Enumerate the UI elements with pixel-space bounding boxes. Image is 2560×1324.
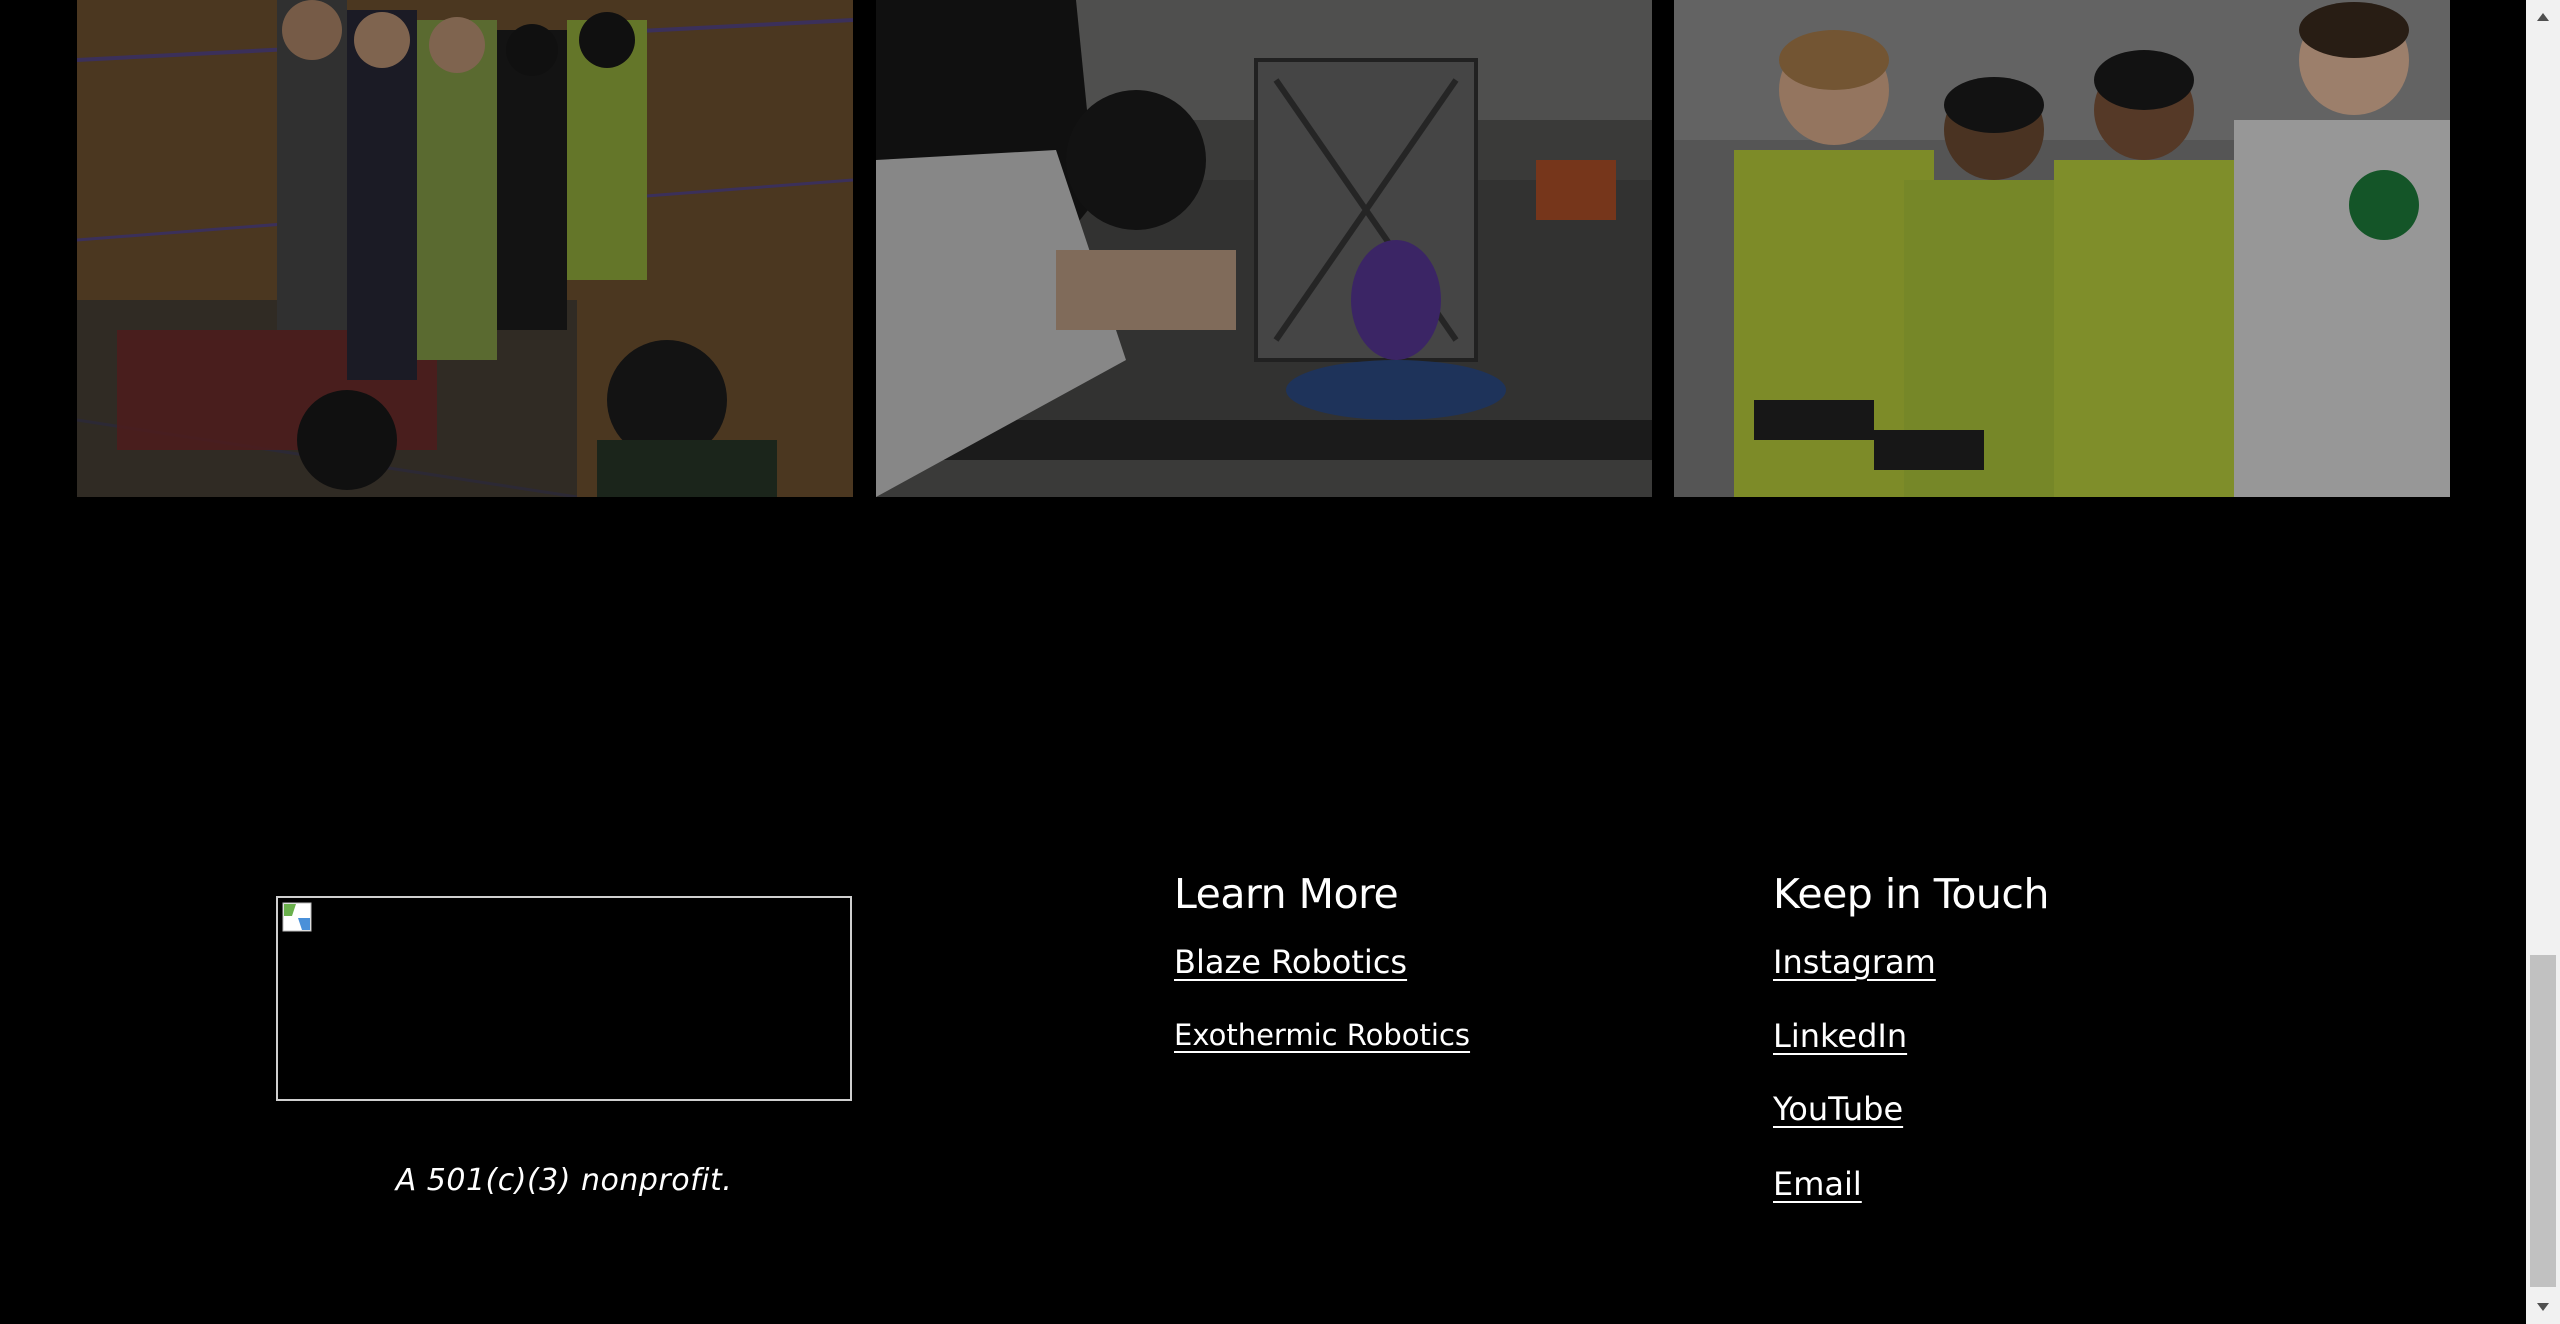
team-gym-photo [77, 0, 853, 497]
email-link[interactable]: Email [1773, 1165, 1862, 1203]
keep-in-touch-heading: Keep in Touch [1773, 870, 2049, 918]
drivers-competition-photo [1674, 0, 2450, 497]
learn-more-heading: Learn More [1174, 870, 1399, 918]
blaze-robotics-link[interactable]: Blaze Robotics [1174, 943, 1407, 981]
robot-build-photo-icon [876, 0, 1652, 497]
scroll-up-arrow-icon[interactable] [2526, 0, 2560, 34]
youtube-link[interactable]: YouTube [1773, 1090, 1903, 1128]
vertical-scrollbar[interactable] [2526, 0, 2560, 1324]
scrollbar-thumb[interactable] [2530, 955, 2556, 1287]
robotics-team-photo-icon [77, 0, 853, 497]
robot-build-photo [876, 0, 1652, 497]
footer-logo[interactable] [276, 896, 852, 1101]
exothermic-robotics-link[interactable]: Exothermic Robotics [1174, 1018, 1470, 1052]
broken-image-icon [282, 902, 312, 932]
instagram-link[interactable]: Instagram [1773, 943, 1936, 981]
drivers-competition-photo-icon [1674, 0, 2450, 497]
linkedin-link[interactable]: LinkedIn [1773, 1017, 1907, 1055]
scroll-down-arrow-icon[interactable] [2526, 1290, 2560, 1324]
page: A 501(c)(3) nonprofit. Learn More Blaze … [0, 0, 2560, 1324]
nonprofit-tagline: A 501(c)(3) nonprofit. [395, 1163, 733, 1198]
